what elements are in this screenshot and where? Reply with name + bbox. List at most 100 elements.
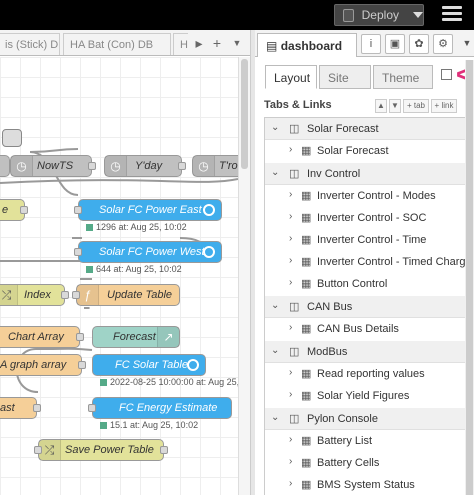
chevron-right-icon[interactable]: › (289, 189, 292, 200)
chevron-down-icon[interactable]: ⌄ (271, 167, 279, 178)
node-output-port[interactable] (160, 446, 168, 454)
tree-group[interactable]: › ▦ CAN Bus Details (265, 318, 474, 340)
canvas-scrollbar[interactable] (238, 57, 250, 495)
chevron-down-icon[interactable]: ⌄ (271, 122, 279, 133)
function-icon: ƒ (77, 285, 99, 305)
tree-group[interactable]: › ▦ Button Control (265, 273, 474, 295)
workspace-tab[interactable]: is (Stick) DB (0, 33, 60, 55)
tab-theme[interactable]: Theme (373, 65, 433, 89)
function-icon: ◷ (11, 156, 33, 176)
flow-node-update-table[interactable]: ƒ Update Table (76, 284, 180, 306)
info-icon[interactable]: i (361, 34, 381, 54)
flow-node-a-graph-array[interactable]: A graph array (0, 354, 82, 376)
tab-icon: ◫ (289, 301, 300, 313)
tree-tab[interactable]: ⌄ ◫ Pylon Console (265, 408, 474, 430)
node-output-port[interactable] (33, 404, 41, 412)
book-icon[interactable]: ▣ (385, 34, 405, 54)
tab-dashboard[interactable]: ▤ dashboard (257, 33, 357, 57)
node-output-port[interactable] (88, 162, 96, 170)
flow-node-forecast[interactable]: Forecast ↗ (92, 326, 180, 348)
table-icon: ▦ (301, 278, 312, 290)
node-input-port[interactable] (34, 446, 42, 454)
flow-node-partial[interactable] (0, 155, 10, 177)
node-input-port[interactable] (74, 206, 82, 214)
chevron-right-icon[interactable]: › (289, 233, 292, 244)
node-input-port[interactable] (72, 291, 80, 299)
tree-group[interactable]: › ▦ Inverter Control - SOC (265, 207, 474, 229)
add-tab-button[interactable]: + tab (403, 99, 429, 113)
shuffle-icon: ⤮ (39, 440, 61, 460)
node-input-port[interactable] (88, 404, 96, 412)
flow-node-nowts[interactable]: ◷ NowTS (10, 155, 92, 177)
workspace-tab[interactable]: HA Bat (Con) DB (63, 33, 171, 55)
sidebar-tabs: ▤ dashboard i ▣ ✿ ⚙ ▼ (255, 30, 474, 57)
chevron-right-icon[interactable]: › (289, 434, 292, 445)
tree-tab[interactable]: ⌄ ◫ CAN Bus (265, 296, 474, 318)
flow-node-trow[interactable]: ◷ T'row (192, 155, 238, 177)
flow-node-fc-solar-table[interactable]: FC Solar Table (92, 354, 206, 376)
chevron-right-icon[interactable]: › (289, 277, 292, 288)
chevron-down-icon[interactable]: ⌄ (271, 412, 279, 423)
add-tab-icon[interactable]: + (206, 33, 228, 55)
chevron-right-icon[interactable]: › (289, 389, 292, 400)
gear-icon[interactable]: ⚙ (433, 34, 453, 54)
move-down-button[interactable]: ▼ (389, 99, 401, 113)
table-icon: ▦ (301, 145, 312, 157)
flow-node-chart-array[interactable]: Chart Array (0, 326, 80, 348)
node-output-port[interactable] (20, 206, 28, 214)
tree-group[interactable]: › ▦ Inverter Control - Time (265, 229, 474, 251)
flow-node-solar-fc-power-west[interactable]: Solar FC Power West (78, 241, 222, 263)
tab-site[interactable]: Site (319, 65, 371, 89)
tree-group[interactable]: › ▦ Solar Yield Figures (265, 385, 474, 407)
table-icon: ▦ (301, 323, 312, 335)
tab-layout[interactable]: Layout (265, 65, 317, 89)
chevron-down-icon[interactable]: ⌄ (271, 345, 279, 356)
node-output-port[interactable] (78, 361, 86, 369)
deploy-button[interactable]: Deploy (334, 4, 424, 26)
tree-tab[interactable]: ⌄ ◫ Inv Control (265, 163, 474, 185)
chevron-right-icon[interactable]: › (289, 322, 292, 333)
tree-group[interactable]: › ▦ Read reporting values (265, 363, 474, 385)
chevron-right-icon[interactable]: › (289, 456, 292, 467)
move-up-button[interactable]: ▲ (375, 99, 387, 113)
dashboard-sidebar: Layout Site Theme < Tabs & Links ▲ ▼ + t… (255, 57, 474, 495)
node-input-port[interactable] (74, 248, 82, 256)
table-icon: ▦ (301, 234, 312, 246)
chevron-down-icon[interactable]: ▼ (457, 34, 474, 54)
tree-group[interactable]: › ▦ Inverter Control - Modes (265, 185, 474, 207)
chevron-right-icon[interactable]: › (289, 367, 292, 378)
chevron-right-icon[interactable]: › (289, 478, 292, 489)
tab-list-dropdown-icon[interactable]: ▼ (226, 33, 248, 55)
tree-tab[interactable]: ⌄ ◫ ModBus (265, 341, 474, 363)
chevron-right-icon[interactable]: › (289, 211, 292, 222)
flow-node-index[interactable]: ⤮ Index (0, 284, 65, 306)
debug-icon[interactable]: ✿ (409, 34, 429, 54)
flow-node-solar-fc-power-east[interactable]: Solar FC Power East (78, 199, 222, 221)
tree-group[interactable]: › ▦ Solar Forecast (265, 140, 474, 162)
flow-node-partial[interactable]: ast (0, 397, 37, 419)
tree-group[interactable]: › ▦ Battery List (265, 430, 474, 452)
add-link-button[interactable]: + link (431, 99, 457, 113)
chevron-down-icon[interactable]: ⌄ (271, 300, 279, 311)
sidebar-scrollbar[interactable] (465, 60, 474, 495)
flow-node-yday[interactable]: ◷ Y'day (104, 155, 182, 177)
node-output-port[interactable] (76, 333, 84, 341)
tree-tab[interactable]: ⌄ ◫ Solar Forecast (265, 118, 474, 140)
flow-canvas[interactable]: ◷ NowTS ◷ Y'day ◷ T'row e Solar FC Power… (0, 57, 238, 495)
tree-group[interactable]: › ▦ BMS System Status (265, 474, 474, 495)
chevron-right-icon[interactable]: › (289, 255, 292, 266)
flow-node-save-power-table[interactable]: ⤮ Save Power Table (38, 439, 164, 461)
tree-group[interactable]: › ▦ Battery Cells (265, 452, 474, 474)
chevron-down-icon[interactable] (413, 12, 423, 18)
tree-group[interactable]: › ▦ Inverter Control - Timed Charge (265, 251, 474, 273)
node-output-port[interactable] (61, 291, 69, 299)
table-icon: ▦ (301, 457, 312, 469)
flow-node-fc-energy-estimate[interactable]: FC Energy Estimate (92, 397, 232, 419)
external-link-icon[interactable] (441, 69, 452, 80)
menu-icon[interactable] (442, 6, 462, 24)
node-output-port[interactable] (178, 162, 186, 170)
inject-button[interactable] (2, 129, 22, 147)
deploy-label: Deploy (361, 8, 399, 22)
table-icon: ▦ (301, 435, 312, 447)
chevron-right-icon[interactable]: › (289, 144, 292, 155)
